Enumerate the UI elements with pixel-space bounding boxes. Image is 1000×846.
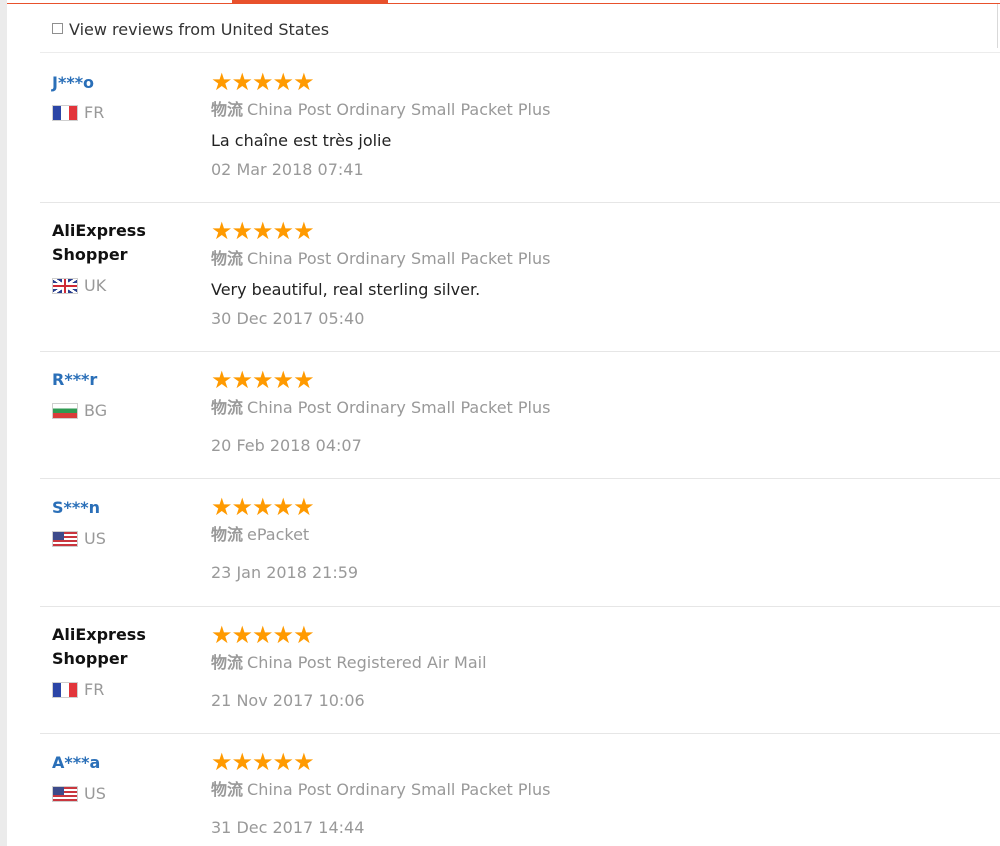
shipping-label: 物流 <box>211 653 244 672</box>
review-date: 20 Feb 2018 04:07 <box>211 436 362 455</box>
flag-bg-icon <box>52 402 78 419</box>
shipping-label: 物流 <box>211 525 244 544</box>
active-tab-indicator <box>232 0 388 4</box>
review-date: 30 Dec 2017 05:40 <box>211 309 365 328</box>
review-item: AliExpress Shopper UK ★★★★★ 物流 China Post… <box>40 203 1000 352</box>
reviewer-name[interactable]: R***r <box>52 368 192 392</box>
shipping-value: China Post Ordinary Small Packet Plus <box>247 780 551 799</box>
country-code: FR <box>84 680 105 699</box>
reviewer-name[interactable]: A***a <box>52 751 192 775</box>
reviewer-info: R***r BG <box>52 368 192 420</box>
review-item: R***r BG ★★★★★ 物流 China Post Ordinary Sma… <box>40 352 1000 479</box>
reviewer-name[interactable]: AliExpress Shopper <box>52 219 146 267</box>
review-content: ★★★★★ 物流 China Post Ordinary Small Packet… <box>211 750 981 839</box>
review-item: S***n US ★★★★★ 物流 ePacket 23 Jan 2018 21:… <box>40 479 1000 607</box>
filter-checkbox[interactable] <box>52 22 63 34</box>
review-content: ★★★★★ 物流 China Post Ordinary Small Packet… <box>211 219 981 330</box>
reviewer-country: US <box>52 529 192 548</box>
flag-fr-icon <box>52 104 78 121</box>
header-divider <box>40 52 1000 53</box>
star-rating-icon: ★★★★★ <box>211 217 315 245</box>
reviewer-info: J***o FR <box>52 71 192 122</box>
review-item: J***o FR ★★★★★ 物流 China Post Ordinary Sma… <box>40 54 1000 203</box>
review-content: ★★★★★ 物流 China Post Ordinary Small Packet… <box>211 368 981 457</box>
review-content: ★★★★★ 物流 China Post Ordinary Small Packet… <box>211 70 981 181</box>
shipping-method: 物流 China Post Ordinary Small Packet Plus <box>211 397 981 419</box>
star-rating-icon: ★★★★★ <box>211 68 315 96</box>
reviewer-info: A***a US <box>52 751 192 803</box>
star-rating-icon: ★★★★★ <box>211 748 315 776</box>
shipping-value: China Post Registered Air Mail <box>247 653 487 672</box>
shipping-value: ePacket <box>247 525 310 544</box>
review-date: 02 Mar 2018 07:41 <box>211 160 364 179</box>
review-comment: La chaîne est très jolie <box>211 131 392 150</box>
star-rating-icon: ★★★★★ <box>211 493 315 521</box>
review-item: AliExpress Shopper FR ★★★★★ 物流 China Post… <box>40 607 1000 734</box>
country-code: UK <box>84 276 107 295</box>
review-content: ★★★★★ 物流 China Post Registered Air Mail 2… <box>211 623 981 712</box>
shipping-label: 物流 <box>211 780 244 799</box>
reviewer-name[interactable]: J***o <box>52 71 192 95</box>
review-content: ★★★★★ 物流 ePacket 23 Jan 2018 21:59 <box>211 495 981 584</box>
shipping-value: China Post Ordinary Small Packet Plus <box>247 249 551 268</box>
reviewer-name[interactable]: S***n <box>52 496 192 520</box>
reviewer-country: US <box>52 784 192 803</box>
shipping-method: 物流 China Post Ordinary Small Packet Plus <box>211 99 981 121</box>
reviewer-country: FR <box>52 103 192 122</box>
shipping-label: 物流 <box>211 249 244 268</box>
shipping-method: 物流 China Post Ordinary Small Packet Plus <box>211 248 981 270</box>
review-date: 23 Jan 2018 21:59 <box>211 563 359 582</box>
reviewer-country: UK <box>52 276 192 295</box>
review-comment: Very beautiful, real sterling silver. <box>211 280 481 299</box>
tab-underline <box>7 3 1000 4</box>
star-rating-icon: ★★★★★ <box>211 621 315 649</box>
review-date: 21 Nov 2017 10:06 <box>211 691 365 710</box>
flag-uk-icon <box>52 277 78 294</box>
shipping-label: 物流 <box>211 398 244 417</box>
shipping-method: 物流 China Post Registered Air Mail <box>211 652 981 674</box>
reviewer-country: BG <box>52 401 192 420</box>
reviewer-info: AliExpress Shopper UK <box>52 219 192 295</box>
review-date: 31 Dec 2017 14:44 <box>211 818 365 837</box>
reviewer-info: S***n US <box>52 496 192 548</box>
country-filter[interactable]: View reviews from United States <box>52 18 329 40</box>
shipping-label: 物流 <box>211 100 244 119</box>
shipping-value: China Post Ordinary Small Packet Plus <box>247 398 551 417</box>
country-code: BG <box>84 401 108 420</box>
filter-label: View reviews from United States <box>69 19 330 39</box>
shipping-value: China Post Ordinary Small Packet Plus <box>247 100 551 119</box>
flag-us-icon <box>52 530 78 547</box>
country-code: FR <box>84 103 105 122</box>
country-code: US <box>84 784 106 803</box>
flag-fr-icon <box>52 681 78 698</box>
star-rating-icon: ★★★★★ <box>211 366 315 394</box>
reviewer-country: FR <box>52 680 192 699</box>
country-code: US <box>84 529 106 548</box>
reviewer-info: AliExpress Shopper FR <box>52 623 192 699</box>
left-gutter <box>0 0 7 846</box>
flag-us-icon <box>52 785 78 802</box>
reviewer-name[interactable]: AliExpress Shopper <box>52 623 146 671</box>
review-item: A***a US ★★★★★ 物流 China Post Ordinary Sma… <box>40 734 1000 846</box>
shipping-method: 物流 China Post Ordinary Small Packet Plus <box>211 779 981 801</box>
shipping-method: 物流 ePacket <box>211 524 981 546</box>
